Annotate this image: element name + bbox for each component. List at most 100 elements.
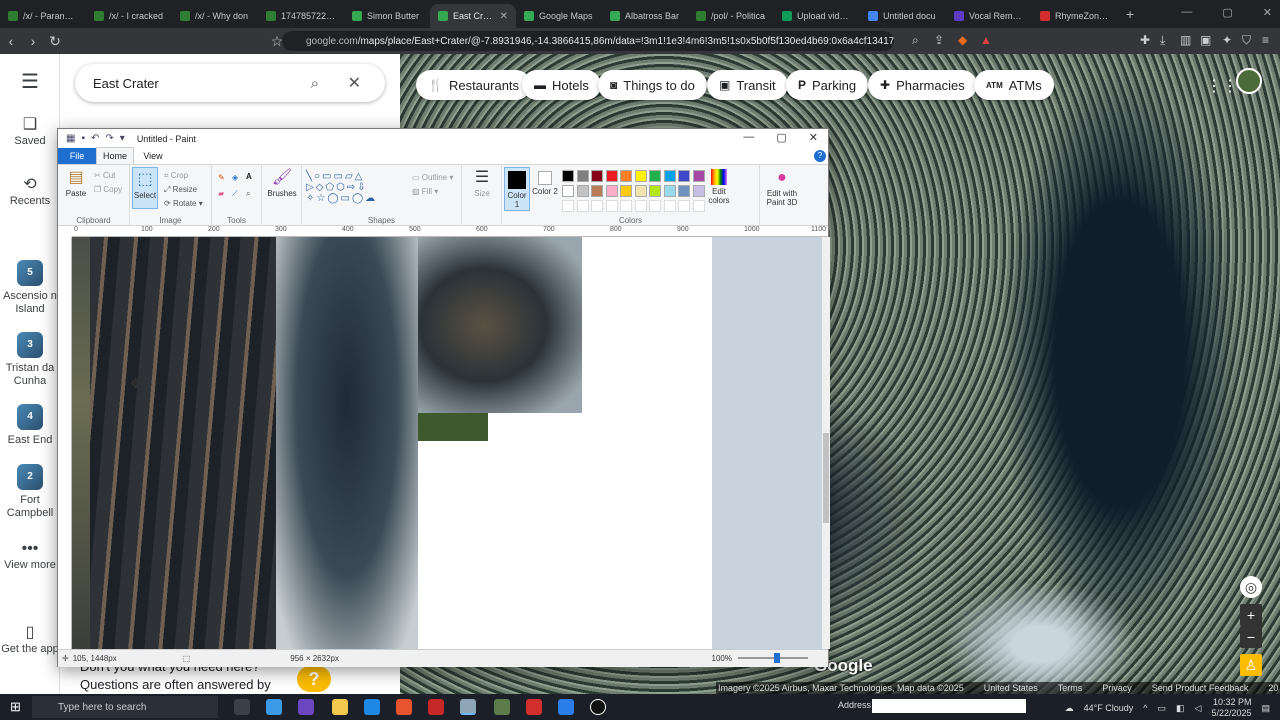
- vertical-scrollbar[interactable]: [822, 237, 830, 649]
- minimize-icon[interactable]: —: [1181, 6, 1192, 19]
- address-toolbar-input[interactable]: [872, 699, 1026, 713]
- help-icon[interactable]: ?: [814, 150, 826, 162]
- feedback-link[interactable]: Send Product Feedback: [1152, 683, 1249, 693]
- crop-button[interactable]: ⌗ Crop: [164, 171, 188, 181]
- tab-home[interactable]: Home: [96, 147, 134, 164]
- taskbar-search[interactable]: Type here to search: [32, 696, 218, 718]
- view-more-button[interactable]: ••• View more: [0, 541, 60, 572]
- custom-color-swatch[interactable]: [649, 200, 661, 212]
- browser-tab[interactable]: /pol/ - Politica: [688, 4, 774, 28]
- chip-restaurants[interactable]: 🍴 Restaurants: [416, 70, 532, 100]
- app-icon[interactable]: [364, 699, 380, 715]
- paint-taskbar-icon[interactable]: [460, 699, 476, 715]
- recent-place-ascension[interactable]: 5 Ascensio n Island: [0, 260, 60, 316]
- custom-color-swatch[interactable]: [576, 200, 589, 212]
- chip-atms[interactable]: ATM ATMs: [974, 70, 1054, 100]
- fill-button[interactable]: ▨ Fill ▾: [412, 187, 438, 196]
- maximize-icon[interactable]: ▢: [1222, 6, 1232, 19]
- browser-tab[interactable]: Simon Butter: [344, 4, 430, 28]
- customize-icon[interactable]: ▾: [120, 133, 125, 144]
- zoom-out-icon[interactable]: −: [1240, 626, 1262, 648]
- palette-swatch[interactable]: [620, 170, 632, 182]
- size-button[interactable]: ☰ Size: [468, 169, 496, 198]
- save-icon[interactable]: ▪: [81, 133, 85, 144]
- palette-swatch[interactable]: [663, 170, 676, 182]
- sidebar-icon[interactable]: ▥: [1180, 33, 1191, 47]
- color2-button[interactable]: Color 2: [532, 168, 558, 196]
- chip-transit[interactable]: ▣ Transit: [707, 70, 788, 100]
- app-icon[interactable]: [526, 699, 542, 715]
- new-tab-icon[interactable]: +: [1126, 6, 1134, 22]
- resize-button[interactable]: ⤢ Resize: [164, 185, 197, 195]
- paint-canvas[interactable]: [72, 237, 712, 649]
- avatar[interactable]: [1236, 68, 1262, 94]
- browser-tab[interactable]: Google Maps: [516, 4, 602, 28]
- palette-swatch[interactable]: [605, 170, 618, 182]
- tab-file[interactable]: File: [58, 148, 96, 164]
- shapes-gallery[interactable]: ╲○▭▭▱△ ▷◇⬠⬡⇨⇩ ✧☆◯▭◯☁: [306, 171, 377, 204]
- country-label[interactable]: United States: [984, 683, 1038, 693]
- extensions-icon[interactable]: ✚: [1140, 33, 1150, 47]
- palette-swatch[interactable]: [663, 185, 676, 197]
- app-icon[interactable]: [428, 699, 444, 715]
- ai-icon[interactable]: ✦: [1222, 33, 1232, 47]
- privacy-link[interactable]: Privacy: [1102, 683, 1132, 693]
- tab-view[interactable]: View: [134, 148, 172, 164]
- copilot-icon[interactable]: [266, 699, 282, 715]
- app-icon[interactable]: [298, 699, 314, 715]
- share-icon[interactable]: ⇪: [934, 33, 944, 47]
- menu-button[interactable]: ☰: [0, 72, 60, 93]
- recents-button[interactable]: ⟲ Recents: [0, 177, 60, 208]
- paint3d-button[interactable]: ● Edit with Paint 3D: [762, 169, 802, 207]
- close-icon[interactable]: ✕: [1263, 6, 1272, 19]
- custom-color-swatch[interactable]: [634, 200, 647, 212]
- palette-swatch[interactable]: [634, 185, 647, 197]
- eraser-icon[interactable]: ▰: [218, 189, 224, 198]
- browser-tab[interactable]: East Crate ✕: [430, 4, 516, 28]
- edit-colors-button[interactable]: Edit colors: [706, 169, 732, 205]
- pegman-icon[interactable]: ♙: [1240, 654, 1262, 676]
- download-icon[interactable]: ⤓: [1160, 33, 1165, 48]
- close-icon[interactable]: ✕: [348, 73, 361, 93]
- cut-button[interactable]: ✂ Cut: [94, 171, 115, 180]
- browser-tab[interactable]: RhymeZone: fr: [1032, 4, 1118, 28]
- weather-text[interactable]: 44°F Cloudy: [1084, 703, 1134, 713]
- chip-pharmacies[interactable]: ✚ Pharmacies: [868, 70, 977, 100]
- undo-icon[interactable]: ↶: [91, 133, 99, 144]
- palette-swatch[interactable]: [591, 170, 603, 182]
- recent-place-east-end[interactable]: 4 East End: [0, 404, 60, 447]
- copy-button[interactable]: ❐ Copy: [94, 185, 122, 194]
- search-box[interactable]: East Crater ⌕ ✕: [75, 64, 385, 102]
- palette-swatch[interactable]: [649, 185, 661, 197]
- zoom-slider-knob[interactable]: [774, 653, 780, 663]
- file-explorer-icon[interactable]: [332, 699, 348, 715]
- zoom-in-icon[interactable]: +: [1240, 604, 1262, 626]
- text-icon[interactable]: A: [246, 172, 252, 181]
- zoom-slider[interactable]: [738, 653, 808, 663]
- recent-place-tristan[interactable]: 3 Tristan da Cunha: [0, 332, 60, 388]
- vpn-icon[interactable]: ⛉: [1242, 33, 1251, 48]
- browser-tab[interactable]: Upload videos: [774, 4, 860, 28]
- custom-color-swatch[interactable]: [562, 200, 574, 212]
- menu-icon[interactable]: ≡: [1262, 33, 1269, 47]
- app-icon[interactable]: [494, 699, 510, 715]
- browser-tab[interactable]: Vocal Remover: [946, 4, 1032, 28]
- custom-color-swatch[interactable]: [591, 200, 603, 212]
- browser-tab[interactable]: 17478572274: [258, 4, 344, 28]
- color1-button[interactable]: Color 1: [504, 167, 530, 211]
- network-icon[interactable]: ◧: [1176, 703, 1185, 714]
- browser-tab[interactable]: Albatross Bar: [602, 4, 688, 28]
- wallet-icon[interactable]: ▣: [1200, 33, 1211, 47]
- close-icon[interactable]: ✕: [809, 131, 818, 144]
- browser-tab[interactable]: Untitled docu: [860, 4, 946, 28]
- paste-button[interactable]: ▤ Paste: [62, 169, 90, 198]
- search-icon[interactable]: ⌕: [311, 75, 319, 92]
- app-icon[interactable]: [558, 699, 574, 715]
- rewards-icon[interactable]: ▲: [980, 33, 992, 47]
- palette-swatch[interactable]: [562, 185, 574, 197]
- tab-close-icon[interactable]: ✕: [500, 11, 508, 22]
- zoom-icon[interactable]: ⌕: [912, 33, 919, 48]
- back-icon[interactable]: ‹: [0, 33, 22, 49]
- select-button[interactable]: ⬚ Select: [132, 167, 158, 209]
- brave-shield-icon[interactable]: ◆: [958, 33, 967, 47]
